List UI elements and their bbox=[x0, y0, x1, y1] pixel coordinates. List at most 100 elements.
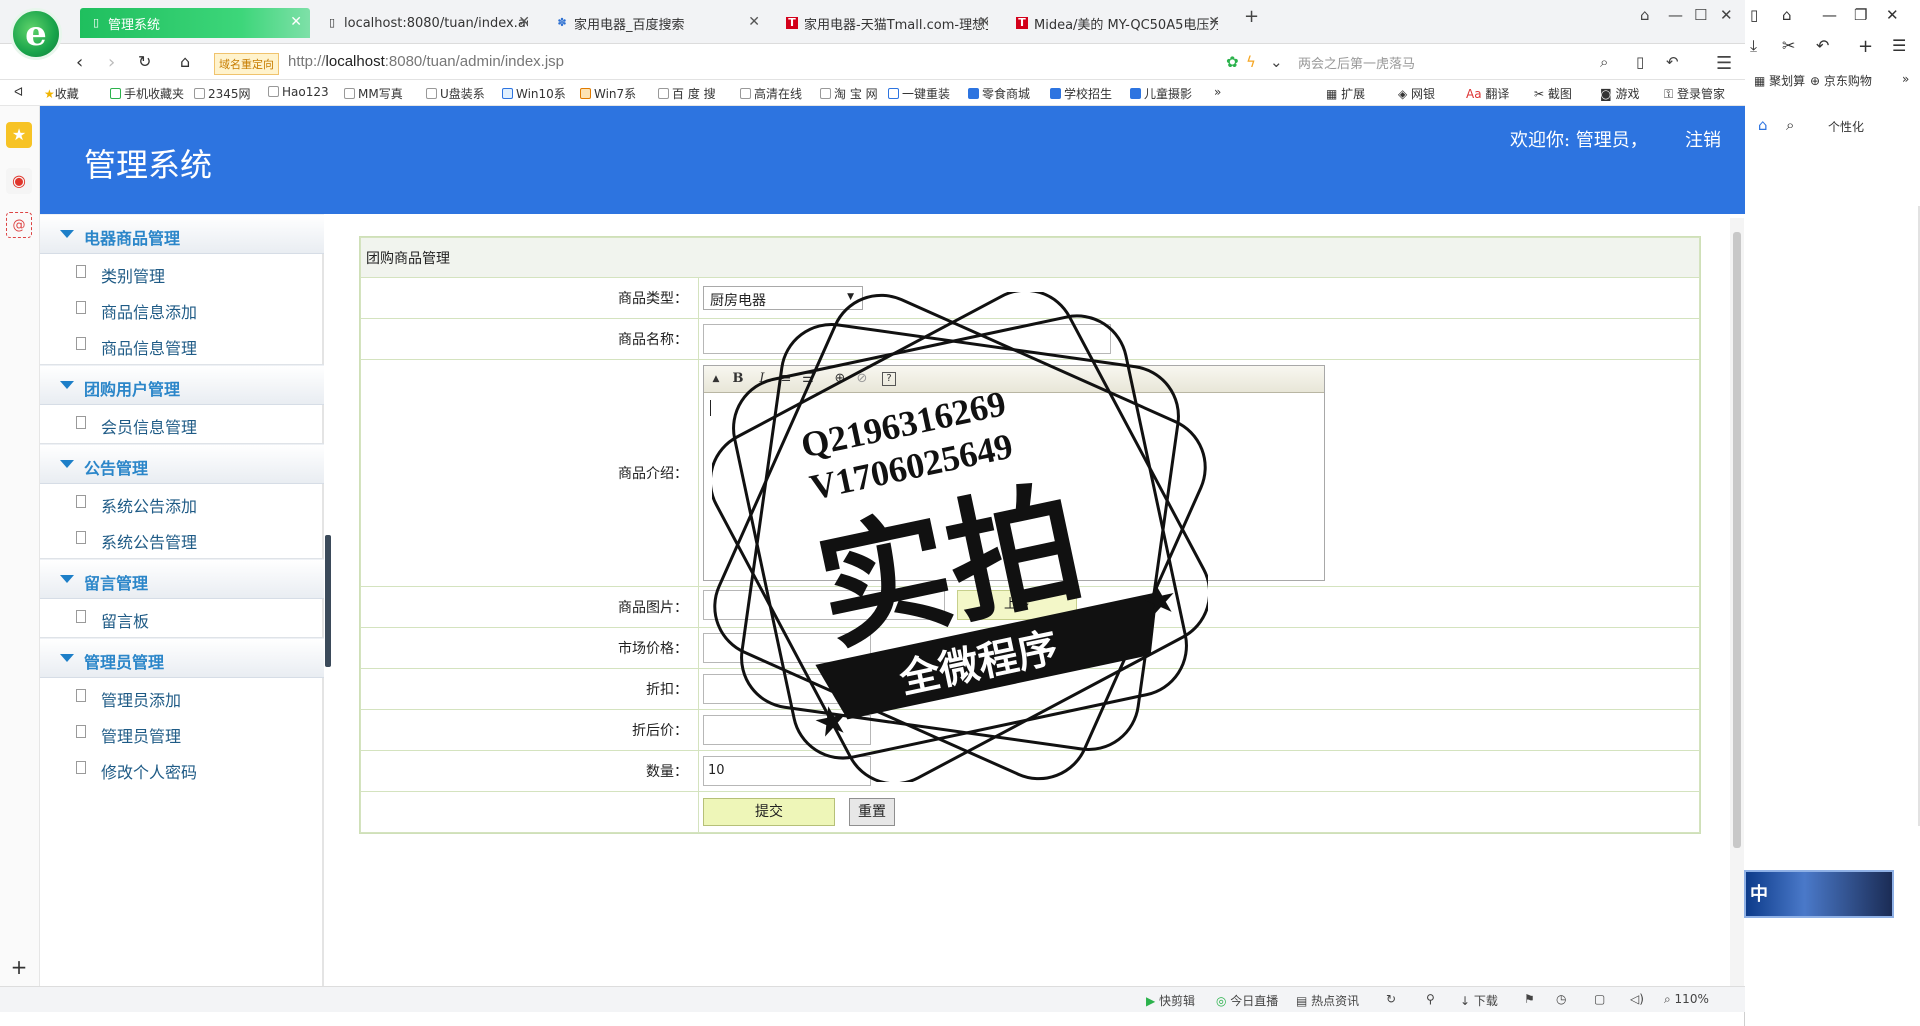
sidebar-group-announcements[interactable]: 公告管理 bbox=[40, 444, 324, 484]
bold-icon[interactable]: B bbox=[728, 370, 748, 388]
personalize-link[interactable]: 个性化 bbox=[1828, 118, 1864, 135]
status-item[interactable]: ▶ 快剪辑 bbox=[1146, 992, 1195, 1009]
collapse-icon[interactable]: ▲ bbox=[706, 370, 726, 388]
zoom-level[interactable]: ⌕ 110% bbox=[1664, 992, 1709, 1007]
unordered-list-icon[interactable]: ☰ bbox=[798, 370, 818, 388]
fav-item[interactable]: ⊕ 京东购物 bbox=[1810, 72, 1872, 89]
unlink-icon[interactable]: ⊘ bbox=[852, 370, 872, 388]
new-tab-button[interactable]: + bbox=[1244, 6, 1259, 27]
lightning-icon[interactable]: ϟ bbox=[1246, 53, 1256, 71]
minimize-button[interactable]: — bbox=[1822, 6, 1837, 24]
fav-item[interactable]: 儿童摄影 bbox=[1130, 85, 1192, 102]
secure-icon[interactable]: ✿ bbox=[1226, 53, 1239, 71]
redirect-badge[interactable]: 域名重定向 bbox=[214, 53, 279, 75]
search-icon[interactable]: ⌕ bbox=[1600, 53, 1608, 71]
at-icon[interactable]: @ bbox=[6, 212, 32, 238]
close-icon[interactable]: ✕ bbox=[518, 14, 530, 30]
fav-item[interactable]: 高清在线 bbox=[740, 85, 802, 102]
more-favorites-icon[interactable]: » bbox=[1214, 85, 1221, 99]
undo-icon[interactable]: ↶ bbox=[1816, 36, 1829, 55]
sidebar-item-message-board[interactable]: 留言板 bbox=[40, 599, 324, 635]
market-price-input[interactable] bbox=[703, 633, 871, 663]
sidebar-group-messages[interactable]: 留言管理 bbox=[40, 559, 324, 599]
italic-icon[interactable]: I bbox=[752, 370, 772, 388]
sidebar-item-members[interactable]: 会员信息管理 bbox=[40, 405, 324, 441]
menu-icon[interactable]: ☰ bbox=[1716, 53, 1732, 74]
more-icon[interactable]: » bbox=[1902, 72, 1909, 86]
pin-icon[interactable]: ⚲ bbox=[1426, 992, 1435, 1006]
toolbar-extensions[interactable]: ▦ 扩展 bbox=[1326, 85, 1365, 102]
sidebar-item-goods-manage[interactable]: 商品信息管理 bbox=[40, 326, 324, 362]
tab-localhost[interactable]: ▯ localhost:8080/tuan/index.acti ✕ bbox=[316, 8, 538, 38]
add-icon[interactable]: + bbox=[1858, 36, 1873, 57]
submit-button[interactable]: 提交 bbox=[703, 798, 835, 826]
window-icon[interactable]: ▢ bbox=[1594, 992, 1605, 1006]
home-icon[interactable]: ⌂ bbox=[180, 52, 190, 71]
sidebar-group-admins[interactable]: 管理员管理 bbox=[40, 638, 324, 678]
star-icon[interactable]: ★ bbox=[6, 122, 32, 148]
sidebar-group-users[interactable]: 团购用户管理 bbox=[40, 365, 324, 405]
toolbar-screenshot[interactable]: ✂ 截图 bbox=[1534, 85, 1572, 102]
history-icon[interactable]: ◷ bbox=[1556, 992, 1566, 1006]
fav-item[interactable]: 淘 宝 网 bbox=[820, 85, 878, 102]
chevron-down-icon[interactable]: ⌄ bbox=[1270, 53, 1283, 71]
sidebar-item-category[interactable]: 类别管理 bbox=[40, 254, 324, 290]
sidebar-item-announcement-add[interactable]: 系统公告添加 bbox=[40, 484, 324, 520]
sidebar-item-change-password[interactable]: 修改个人密码 bbox=[40, 750, 324, 786]
sidebar-item-goods-add[interactable]: 商品信息添加 bbox=[40, 290, 324, 326]
fav-item[interactable]: 零食商城 bbox=[968, 85, 1030, 102]
back-icon[interactable]: ‹ bbox=[76, 52, 83, 73]
quantity-input[interactable]: 10 bbox=[703, 756, 871, 786]
ordered-list-icon[interactable]: ≡ bbox=[776, 370, 796, 388]
url-input[interactable]: http://localhost:8080/tuan/admin/index.j… bbox=[288, 53, 564, 70]
fav-item[interactable]: 2345网 bbox=[194, 85, 251, 102]
sidebar-item-announcement-manage[interactable]: 系统公告管理 bbox=[40, 520, 324, 556]
close-window-button[interactable]: ✕ bbox=[1720, 6, 1733, 24]
fav-item[interactable]: ▦ 聚划算 bbox=[1754, 72, 1805, 89]
search-suggestion[interactable]: 两会之后第一虎落马 bbox=[1298, 53, 1415, 72]
fav-item[interactable]: ★收藏 bbox=[44, 85, 79, 102]
toolbar-games[interactable]: ◙ 游戏 bbox=[1600, 85, 1639, 102]
tab-tmall[interactable]: T 家用电器-天猫Tmall.com-理想生 ✕ bbox=[776, 8, 998, 38]
discount-input[interactable] bbox=[703, 674, 871, 704]
sidebar-toggle-icon[interactable]: ᐊ bbox=[14, 85, 23, 99]
reset-button[interactable]: 重置 bbox=[849, 798, 895, 826]
search-icon[interactable]: ⌕ bbox=[1786, 116, 1794, 134]
close-window-button[interactable]: ✕ bbox=[1886, 6, 1899, 24]
tab-midea[interactable]: T Midea/美的 MY-QC50A5电压力 ✕ bbox=[1006, 8, 1228, 38]
shirt-icon[interactable]: ⌂ bbox=[1640, 6, 1650, 24]
fav-item[interactable]: 百 度 搜 bbox=[658, 85, 716, 102]
fav-item[interactable]: Win10系 bbox=[502, 85, 566, 102]
goods-type-select[interactable]: 厨房电器 ▼ bbox=[703, 286, 863, 310]
tab-baidu-search[interactable]: ✽ 家用电器_百度搜索 ✕ bbox=[546, 8, 768, 38]
close-icon[interactable]: ✕ bbox=[978, 14, 990, 30]
upload-button[interactable]: 上传 bbox=[957, 590, 1077, 620]
add-icon[interactable]: + bbox=[6, 954, 32, 980]
ime-status-badge[interactable]: 中 bbox=[1744, 870, 1894, 918]
home-icon[interactable]: ⌂ bbox=[1758, 116, 1768, 134]
close-icon[interactable]: ✕ bbox=[748, 14, 760, 30]
weibo-icon[interactable]: ◉ bbox=[6, 168, 32, 194]
speaker-icon[interactable]: ◁) bbox=[1630, 992, 1644, 1006]
tab-admin-system[interactable]: ▯ 管理系统 ✕ bbox=[80, 8, 310, 38]
status-item[interactable]: ▤ 热点资讯 bbox=[1296, 992, 1359, 1009]
undo-icon[interactable]: ↶ bbox=[1666, 53, 1679, 71]
fav-item[interactable]: 一键重装 bbox=[888, 85, 950, 102]
scissors-icon[interactable]: ✂ bbox=[1782, 36, 1795, 55]
help-icon[interactable]: ? bbox=[882, 372, 896, 386]
sidebar-item-admin-manage[interactable]: 管理员管理 bbox=[40, 714, 324, 750]
menu-icon[interactable]: ☰ bbox=[1892, 36, 1906, 55]
maximize-button[interactable]: ☐ bbox=[1694, 6, 1707, 24]
reload-icon[interactable]: ↻ bbox=[138, 52, 151, 71]
discount-price-input[interactable] bbox=[703, 715, 871, 745]
rich-text-editor[interactable]: ▲ B I ≡ ☰ ⊕ ⊘ ? bbox=[703, 365, 1325, 581]
status-item[interactable]: ◎ 今日直播 bbox=[1216, 992, 1278, 1009]
image-path-input[interactable] bbox=[703, 590, 945, 620]
vertical-scrollbar[interactable] bbox=[1730, 218, 1744, 986]
toolbar-netbank[interactable]: ◈ 网银 bbox=[1398, 85, 1435, 102]
status-item[interactable]: ↓ 下载 bbox=[1460, 992, 1498, 1009]
goods-name-input[interactable] bbox=[703, 324, 1111, 354]
fav-item[interactable]: 学校招生 bbox=[1050, 85, 1112, 102]
close-icon[interactable]: ✕ bbox=[290, 14, 302, 30]
logout-link[interactable]: 注销 bbox=[1685, 126, 1721, 152]
